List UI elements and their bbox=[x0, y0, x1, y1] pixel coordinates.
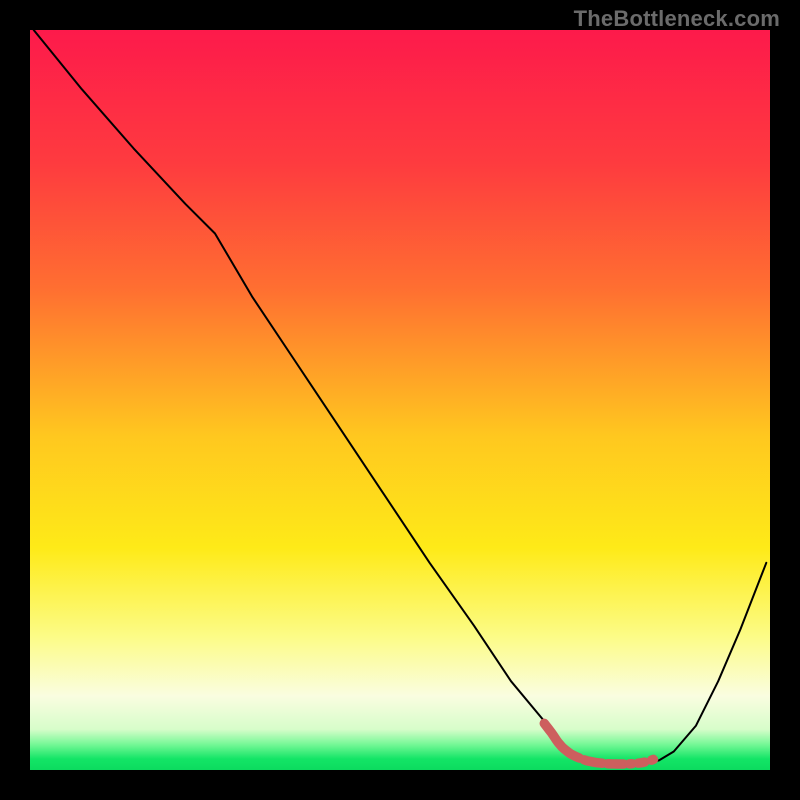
bottleneck-curve-path bbox=[34, 30, 767, 764]
highlight-dash bbox=[544, 723, 579, 758]
highlight-dash bbox=[584, 760, 602, 763]
watermark-label: TheBottleneck.com bbox=[574, 6, 780, 32]
highlight-dash bbox=[652, 759, 654, 760]
chart-frame: TheBottleneck.com bbox=[0, 0, 800, 800]
plot-area bbox=[30, 30, 770, 770]
highlight-dash bbox=[638, 762, 645, 763]
curve-layer bbox=[30, 30, 770, 770]
